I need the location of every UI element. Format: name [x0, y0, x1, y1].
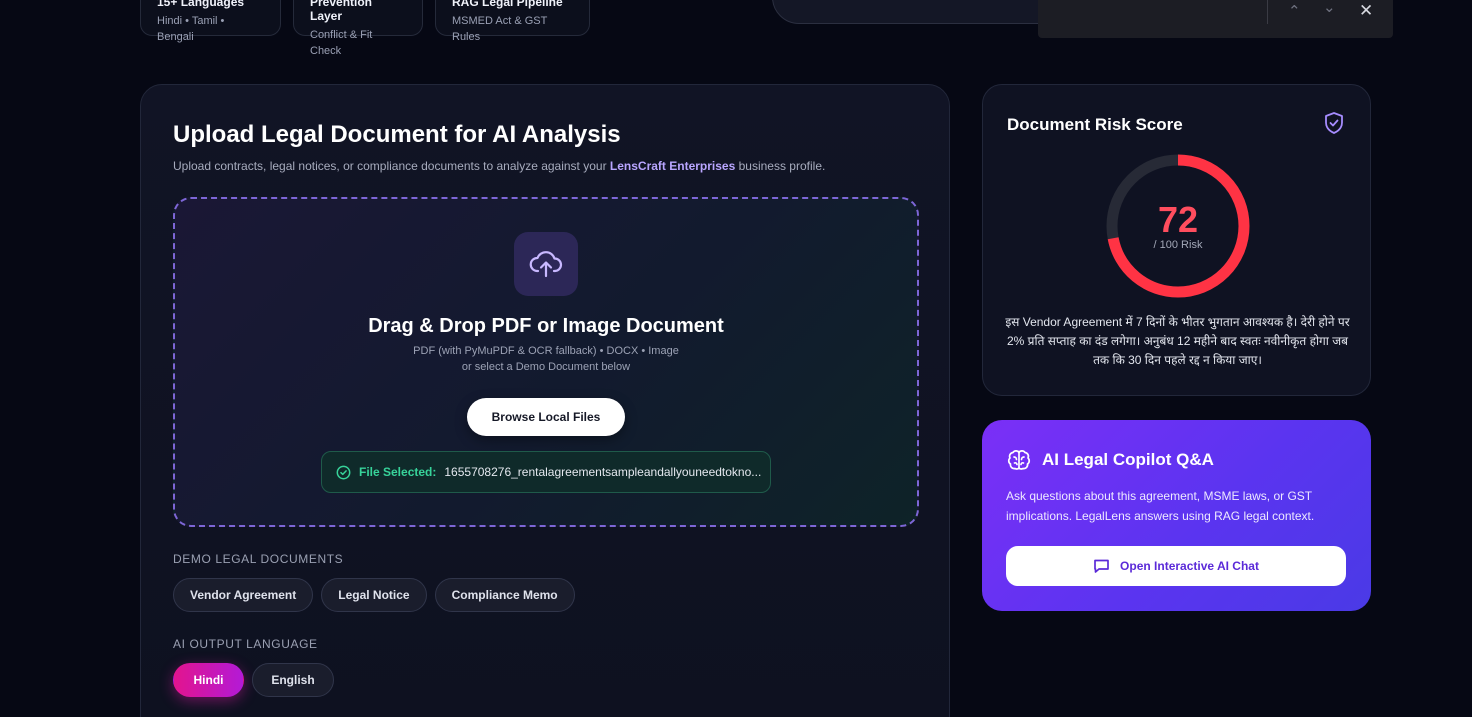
demo-doc-legal-notice[interactable]: Legal Notice	[321, 578, 427, 612]
find-bar-divider	[1267, 0, 1268, 24]
dropzone-hint: or select a Demo Document below	[461, 361, 631, 373]
feature-chip-languages: 15+ Languages Hindi • Tamil • Bengali	[140, 0, 281, 43]
find-bar: ⌃ ⌄ ✕	[1038, 0, 1393, 38]
dropzone-formats: PDF (with PyMuPDF & OCR fallback) • DOCX…	[413, 345, 679, 357]
upload-card: Upload Legal Document for AI Analysis Up…	[140, 84, 950, 717]
feature-chip-sub: MSMED Act & GST Rules	[452, 15, 548, 43]
demo-doc-compliance-memo[interactable]: Compliance Memo	[434, 578, 575, 612]
language-english[interactable]: English	[252, 663, 334, 697]
open-ai-chat-button[interactable]: Open Interactive AI Chat	[1006, 546, 1346, 586]
upload-subtitle: Upload contracts, legal notices, or comp…	[173, 159, 825, 173]
browse-files-button[interactable]: Browse Local Files	[467, 398, 625, 436]
copilot-description: Ask questions about this agreement, MSME…	[1006, 489, 1315, 523]
risk-score-title: Document Risk Score	[1007, 115, 1183, 134]
dropzone-title: Drag & Drop PDF or Image Document	[368, 315, 724, 337]
risk-summary: इस Vendor Agreement में 7 दिनों के भीतर …	[1005, 315, 1350, 367]
file-selected-label: File Selected:	[359, 465, 437, 479]
open-ai-chat-label: Open Interactive AI Chat	[1120, 559, 1259, 573]
language-hindi[interactable]: Hindi	[173, 663, 244, 697]
shield-check-icon	[1325, 112, 1343, 134]
feature-chip-rag: RAG Legal Pipeline MSMED Act & GST Rules	[435, 0, 590, 43]
feature-chip-sub: Hindi • Tamil • Bengali	[157, 15, 225, 43]
close-icon[interactable]: ✕	[1359, 1, 1373, 21]
risk-score-card: Document Risk Score 72 / 100 Risk इस Ven…	[982, 84, 1371, 396]
brain-icon	[1007, 450, 1031, 470]
risk-score-max: / 100 Risk	[1153, 239, 1203, 251]
file-dropzone[interactable]: Drag & Drop PDF or Image Document PDF (w…	[173, 197, 919, 527]
file-name: 1655708276_rentalagreementsampleandallyo…	[444, 465, 762, 479]
output-language-list: Hindi English	[173, 663, 334, 697]
feature-chip-title: 15+ Languages	[157, 0, 245, 9]
demo-documents-list: Vendor Agreement Legal Notice Compliance…	[173, 578, 575, 612]
upload-icon-box	[514, 232, 578, 296]
subtitle-text-end: business profile.	[735, 159, 826, 173]
subtitle-text: Upload contracts, legal notices, or comp…	[173, 159, 610, 173]
feature-chip-title: Prevention Layer	[310, 0, 373, 23]
feature-chips: 15+ Languages Hindi • Tamil • Bengali Pr…	[140, 0, 590, 57]
cloud-upload-icon	[529, 251, 563, 278]
copilot-title: AI Legal Copilot Q&A	[1042, 450, 1214, 469]
feature-chip-sub: Conflict & Fit Check	[310, 29, 373, 57]
chat-bubble-icon	[1094, 559, 1109, 573]
file-selected-banner: File Selected: 1655708276_rentalagreemen…	[321, 451, 771, 493]
risk-score-value: 72	[1157, 199, 1199, 240]
demo-documents-label: DEMO LEGAL DOCUMENTS	[173, 552, 344, 566]
business-name: LensCraft Enterprises	[609, 159, 736, 173]
feature-chip-title: RAG Legal Pipeline	[452, 0, 563, 9]
ai-copilot-card: AI Legal Copilot Q&A Ask questions about…	[982, 420, 1371, 611]
page-title: Upload Legal Document for AI Analysis	[173, 121, 621, 148]
output-language-label: AI OUTPUT LANGUAGE	[173, 637, 318, 651]
check-circle-icon	[336, 465, 351, 479]
feature-chip-prevention: Prevention Layer Conflict & Fit Check	[293, 0, 423, 57]
find-previous-icon[interactable]: ⌃	[1288, 2, 1301, 20]
demo-doc-vendor-agreement[interactable]: Vendor Agreement	[173, 578, 314, 612]
find-next-icon[interactable]: ⌄	[1323, 0, 1336, 16]
